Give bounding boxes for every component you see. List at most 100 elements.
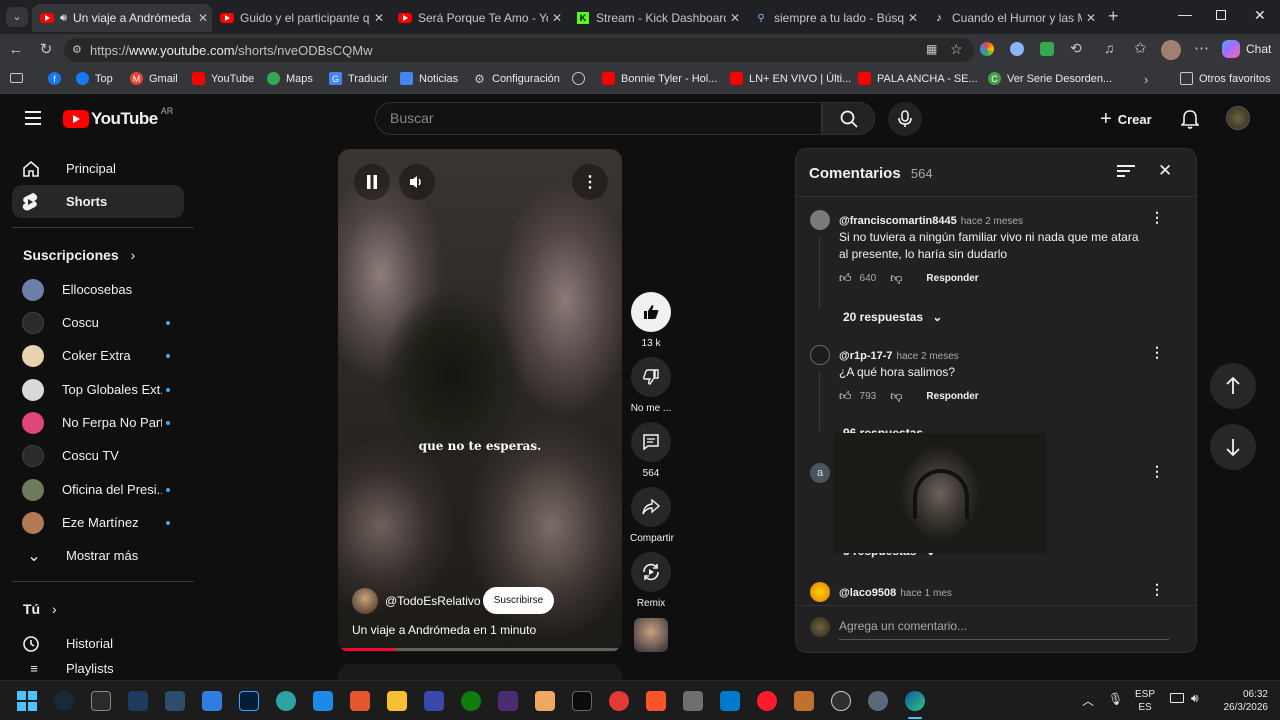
bookmark-item[interactable]: Maps bbox=[267, 72, 313, 85]
tab[interactable]: Será Porque Te Amo - YouTub ✕ bbox=[390, 4, 566, 32]
close-tab-icon[interactable]: ✕ bbox=[904, 11, 922, 25]
windows-start-icon[interactable] bbox=[17, 691, 37, 711]
comment-author[interactable]: @laco9508 bbox=[839, 587, 896, 599]
bookmark-item[interactable] bbox=[572, 72, 591, 85]
create-button[interactable]: + Crear bbox=[1100, 108, 1152, 131]
tab[interactable]: ⚲ siempre a tu lado - Búsqueda ✕ bbox=[746, 4, 922, 32]
volume-button[interactable] bbox=[399, 164, 435, 200]
app-icon[interactable] bbox=[165, 691, 185, 711]
subscription-item[interactable]: Top Globales Ext... bbox=[12, 373, 184, 406]
close-tab-icon[interactable]: ✕ bbox=[370, 11, 388, 25]
subscription-item[interactable]: Ellocosebas bbox=[12, 273, 184, 306]
microphone-icon[interactable]: 🎙︎ bbox=[1108, 692, 1123, 706]
comment-menu-icon[interactable]: ⋮ bbox=[1149, 209, 1165, 225]
site-info-icon[interactable]: ⚙︎ bbox=[72, 43, 82, 56]
avatar[interactable] bbox=[810, 582, 830, 602]
extension-icon[interactable] bbox=[980, 42, 994, 56]
dislike-button[interactable] bbox=[631, 357, 671, 397]
close-window-icon[interactable]: ✕ bbox=[1254, 7, 1266, 24]
subscriptions-header[interactable]: Suscripciones › bbox=[23, 247, 135, 263]
channel-avatar[interactable] bbox=[352, 588, 378, 614]
comments-button[interactable] bbox=[631, 422, 671, 462]
close-tab-icon[interactable]: ✕ bbox=[194, 11, 212, 25]
thumbs-up-icon[interactable]: 👍︎ bbox=[839, 389, 852, 404]
photoshop-icon[interactable] bbox=[239, 691, 259, 711]
close-tab-icon[interactable]: ✕ bbox=[1082, 11, 1100, 25]
next-short-button[interactable] bbox=[1210, 424, 1256, 470]
app-icon[interactable] bbox=[609, 691, 629, 711]
replies-toggle[interactable]: 20 respuestas ⌄ bbox=[843, 310, 942, 324]
remix-action[interactable]: Remix bbox=[630, 552, 672, 609]
sort-icon[interactable] bbox=[1117, 165, 1135, 177]
comment-menu-icon[interactable]: ⋮ bbox=[1149, 581, 1165, 597]
reading-list-icon[interactable] bbox=[10, 73, 23, 83]
terminal-icon[interactable] bbox=[572, 691, 592, 711]
bookmark-item[interactable]: Bonnie Tyler - Hol... bbox=[602, 72, 717, 85]
notifications-bell-icon[interactable] bbox=[1181, 109, 1199, 129]
subscription-item[interactable]: Oficina del Presi... bbox=[12, 473, 184, 506]
tab[interactable]: Guido y el participante que e ✕ bbox=[212, 4, 388, 32]
sidebar-item-playlists[interactable]: ≡ Playlists bbox=[12, 661, 184, 680]
subscription-item[interactable]: Eze Martínez bbox=[12, 506, 184, 539]
close-icon[interactable]: ✕ bbox=[1158, 161, 1172, 181]
bookmark-item[interactable]: f bbox=[48, 72, 67, 85]
close-tab-icon[interactable]: ✕ bbox=[548, 11, 566, 25]
sidebar-item-shorts[interactable]: Shorts bbox=[12, 185, 184, 218]
extension-icon[interactable] bbox=[1010, 42, 1024, 56]
app-icon[interactable] bbox=[276, 691, 296, 711]
youtube-logo[interactable]: YouTube AR bbox=[63, 106, 173, 129]
sidebar-item-history[interactable]: Historial bbox=[12, 627, 184, 660]
app-icon[interactable] bbox=[350, 691, 370, 711]
volume-icon[interactable]: 🔊︎ bbox=[1191, 691, 1199, 706]
avatar[interactable] bbox=[810, 345, 830, 365]
search-input[interactable]: Buscar bbox=[375, 102, 822, 135]
settings-gear-icon[interactable] bbox=[868, 691, 888, 711]
bookmark-item[interactable]: Noticias bbox=[400, 72, 458, 85]
reply-button[interactable]: Responder bbox=[926, 273, 978, 284]
shield-icon[interactable] bbox=[202, 691, 222, 711]
obs-icon[interactable] bbox=[831, 691, 851, 711]
bookmark-item[interactable]: C Ver Serie Desorden... bbox=[988, 72, 1112, 85]
extension-puzzle-icon[interactable]: ⟲ bbox=[1070, 40, 1082, 57]
bookmark-item[interactable]: M Gmail bbox=[130, 72, 178, 85]
vscode-icon[interactable] bbox=[720, 691, 740, 711]
file-explorer-icon[interactable] bbox=[387, 691, 407, 711]
chevron-right-icon[interactable]: › bbox=[1144, 72, 1148, 87]
subscription-item[interactable]: No Ferpa No Party bbox=[12, 406, 184, 439]
avatar[interactable] bbox=[810, 210, 830, 230]
network-icon[interactable] bbox=[1170, 693, 1184, 703]
comment-author[interactable]: @r1p-17-7 bbox=[839, 350, 893, 362]
remix-button[interactable] bbox=[631, 552, 671, 592]
media-icon[interactable]: ♫ bbox=[1104, 40, 1115, 56]
app-icon[interactable] bbox=[535, 691, 555, 711]
app-icon[interactable] bbox=[313, 691, 333, 711]
xbox-icon[interactable] bbox=[461, 691, 481, 711]
bookmark-star-icon[interactable]: ☆ bbox=[950, 41, 963, 58]
share-action[interactable]: Compartir bbox=[630, 487, 674, 544]
clock[interactable]: 06:32 26/3/2026 bbox=[1212, 688, 1269, 714]
reply-button[interactable]: Responder bbox=[926, 391, 978, 402]
more-options-button[interactable]: ⋮ bbox=[572, 164, 608, 200]
usb-util-icon[interactable] bbox=[424, 691, 444, 711]
hamburger-menu-icon[interactable] bbox=[25, 111, 41, 125]
thumbs-down-icon[interactable]: 👎︎ bbox=[890, 271, 902, 286]
channel-handle[interactable]: @TodoEsRelativo bbox=[385, 594, 481, 608]
thumbs-up-icon[interactable]: 👍︎ bbox=[839, 271, 852, 286]
address-bar[interactable]: ⚙︎ https://www.youtube.com/shorts/nveODB… bbox=[64, 38, 974, 62]
close-tab-icon[interactable]: ✕ bbox=[726, 11, 744, 25]
bookmark-item[interactable]: YouTube bbox=[192, 72, 254, 85]
tab[interactable]: K Stream - Kick Dashboard ✕ bbox=[568, 4, 744, 32]
sound-thumbnail[interactable] bbox=[634, 618, 668, 652]
tab[interactable]: ♪ Cuando el Humor y las Mate ✕ bbox=[924, 4, 1100, 32]
search-button[interactable] bbox=[822, 102, 875, 135]
subscription-item[interactable]: Coker Extra bbox=[12, 339, 184, 372]
bookmark-item[interactable]: Top bbox=[76, 72, 113, 85]
bookmark-item[interactable]: ⚙︎ Configuración bbox=[473, 72, 560, 86]
extension-icon[interactable] bbox=[1040, 42, 1054, 56]
app-icon[interactable] bbox=[683, 691, 703, 711]
back-arrow-icon[interactable]: ← bbox=[6, 40, 26, 60]
sidebar-item-principal[interactable]: Principal bbox=[12, 152, 184, 185]
account-avatar[interactable] bbox=[1226, 106, 1250, 130]
show-more-button[interactable]: ⌄ Mostrar más bbox=[12, 539, 184, 572]
epic-games-icon[interactable] bbox=[91, 691, 111, 711]
